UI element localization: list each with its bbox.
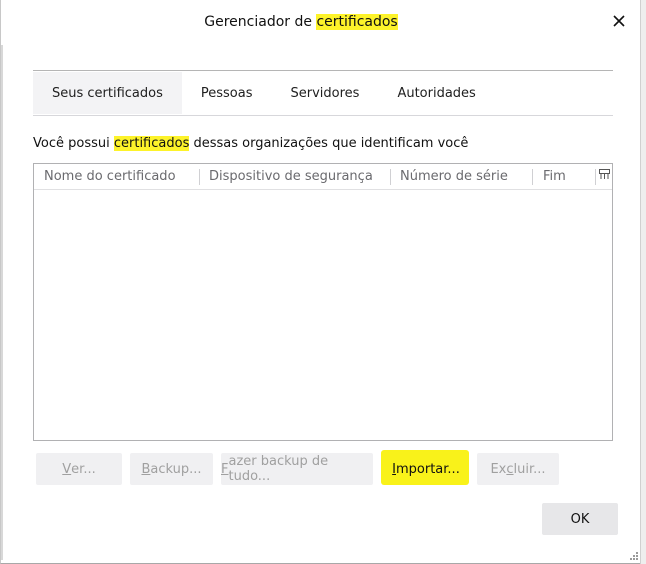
column-divider [595,169,596,185]
backup-access-key: B [141,461,151,477]
certificates-table[interactable]: Nome do certificado Dispositivo de segur… [33,163,613,441]
column-header-expires[interactable]: Fim [543,164,566,189]
close-button[interactable] [605,10,633,36]
ok-button[interactable]: OK [542,503,618,535]
column-picker-icon [598,168,610,184]
dialog-title-prefix: Gerenciador de [204,14,317,30]
column-picker-button[interactable] [597,167,611,185]
view-access-key: V [62,461,72,477]
close-icon [613,15,625,31]
tab-authorities[interactable]: Autoridades [378,72,494,115]
description-prefix: Você possui [33,136,114,151]
import-label-rest: mportar... [396,461,460,477]
table-header: Nome do certificado Dispositivo de segur… [34,164,612,190]
description-suffix: dessas organizações que identificam você [189,136,469,151]
resize-grip-icon[interactable] [628,549,638,560]
column-divider[interactable] [390,169,391,185]
import-button[interactable]: Importar... [383,453,469,485]
window-scroll-edge [640,0,646,564]
tab-people[interactable]: Pessoas [182,72,272,115]
backup-all-access-key: F [221,461,229,477]
view-label-rest: er... [71,461,96,477]
description-highlight: certificados [113,136,190,151]
tabs-top-rule [33,70,613,71]
column-header-serial-number[interactable]: Número de série [400,164,508,189]
delete-label-before: Ex [490,461,507,477]
delete-access-key: c [506,461,514,477]
delete-button[interactable]: Ex c luir... [477,453,559,485]
column-divider[interactable] [199,169,200,185]
delete-label-rest: luir... [513,461,546,477]
view-button[interactable]: Ver... [36,453,122,485]
tab-servers[interactable]: Servidores [272,72,379,115]
tab-your-certificates[interactable]: Seus certificados [33,72,182,115]
dialog-title-highlight: certificados [316,14,398,30]
column-divider[interactable] [532,169,533,185]
background-window-edge [1,45,3,560]
dialog-title: Gerenciador de certificados [1,14,601,30]
description-text: Você possui certificados dessas organiza… [33,136,468,151]
tab-bar: Seus certificados Pessoas Servidores Aut… [33,72,613,116]
backup-label-rest: ackup... [150,461,202,477]
title-bar: Gerenciador de certificados [1,0,641,46]
backup-all-label-rest: azer backup de tudo... [228,454,329,484]
column-header-certificate-name[interactable]: Nome do certificado [44,164,176,189]
backup-button[interactable]: Backup... [130,453,213,485]
column-header-security-device[interactable]: Dispositivo de segurança [209,164,373,189]
certificate-manager-dialog: Gerenciador de certificados Seus certifi… [0,0,646,564]
backup-all-button[interactable]: Fazer backup de tudo... [221,453,373,485]
